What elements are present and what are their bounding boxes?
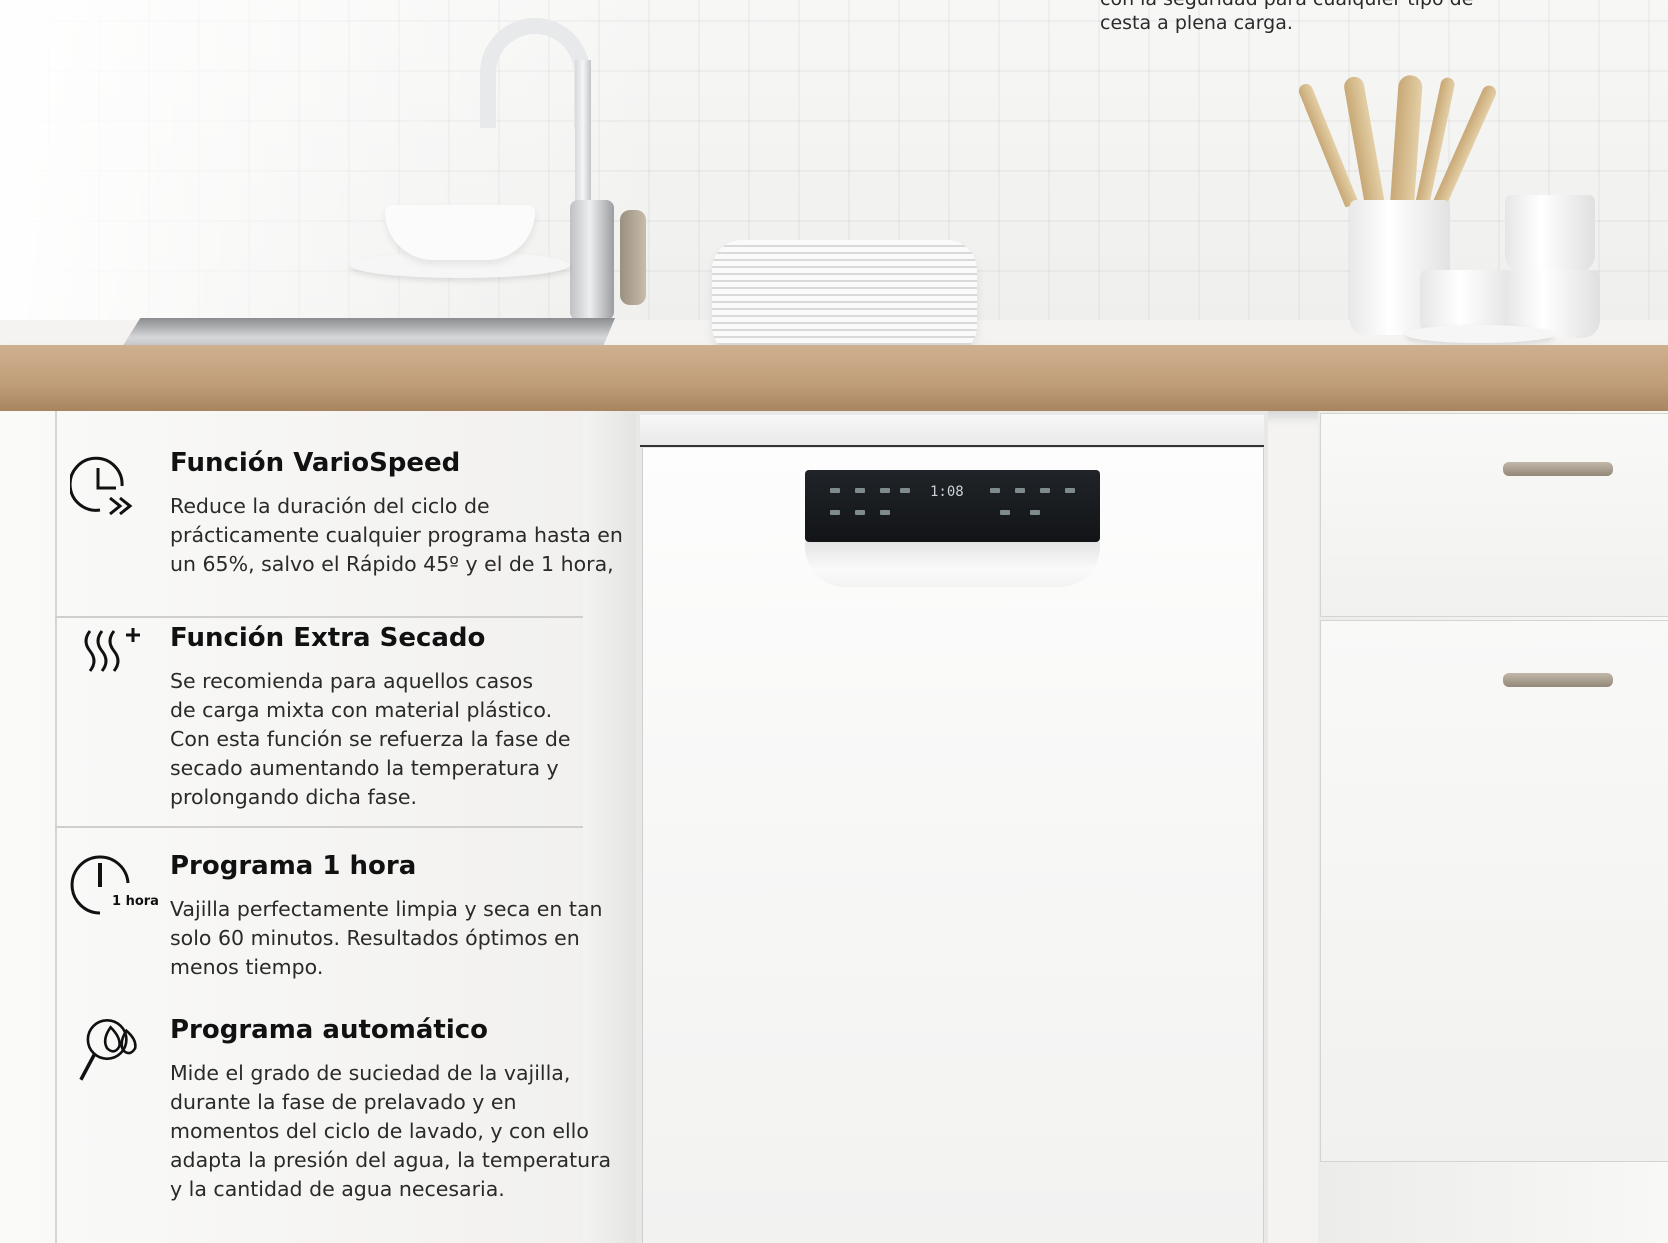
countertop: [0, 345, 1668, 411]
one-hour-icon-label: 1 hora: [112, 894, 159, 909]
feature-text-line: Se recomienda para aquellos casos: [170, 669, 534, 693]
panel-button: [855, 488, 865, 493]
feature-text-line: un 65%, salvo el Rápido 45º y el de 1 ho…: [170, 552, 614, 576]
faucet-spout: [480, 18, 590, 128]
panel-button: [1000, 510, 1010, 515]
feature-text-line: y la cantidad de agua necesaria.: [170, 1177, 505, 1201]
feature-text-line: durante la fase de prelavado y en: [170, 1090, 517, 1114]
feature-text-line: solo 60 minutos. Resultados óptimos en: [170, 926, 580, 950]
cup: [1505, 195, 1595, 273]
drawer-handle[interactable]: [1503, 462, 1613, 476]
feature-text-line: adapta la presión del agua, la temperatu…: [170, 1148, 612, 1172]
drawer-handle[interactable]: [1503, 673, 1613, 687]
top-note-line-2: cesta a plena carga.: [1100, 12, 1293, 34]
feature-description: Se recomienda para aquellos casos de car…: [170, 667, 620, 812]
panel-button: [830, 510, 840, 515]
one-hour-timer-icon: 1 hora: [70, 855, 159, 915]
feature-programa-automatico: Programa automático Mide el grado de suc…: [70, 1015, 630, 1215]
faucet-lever: [620, 210, 646, 305]
panel-button: [880, 488, 890, 493]
dishwasher-handle[interactable]: [805, 542, 1100, 587]
panel-button: [855, 510, 865, 515]
feature-description: Reduce la duración del ciclo de práctica…: [170, 492, 623, 579]
feature-text-line: menos tiempo.: [170, 955, 324, 979]
panel-button: [990, 488, 1000, 493]
feature-text-line: Con esta función se refuerza la fase de: [170, 727, 571, 751]
panel-button: [1065, 488, 1075, 493]
auto-program-sensor-icon: [79, 1018, 137, 1081]
feature-text-line: de carga mixta con material plástico.: [170, 698, 553, 722]
saucer: [1405, 325, 1555, 343]
feature-title: Programa 1 hora: [170, 851, 417, 881]
feature-text-line: secado aumentando la temperatura y: [170, 756, 559, 780]
top-drawer[interactable]: [1320, 413, 1668, 617]
feature-text-line: momentos del ciclo de lavado, y con ello: [170, 1119, 589, 1143]
feature-description: Mide el grado de suciedad de la vajilla,…: [170, 1059, 620, 1204]
cabinet-divider: [55, 616, 583, 618]
panel-button: [900, 488, 910, 493]
panel-button: [1030, 510, 1040, 515]
feature-description: Vajilla perfectamente limpia y seca en t…: [170, 895, 620, 982]
panel-button: [830, 488, 840, 493]
feature-text-line: Reduce la duración del ciclo de: [170, 494, 490, 518]
variospeed-clock-icon: [70, 456, 133, 516]
feature-variospeed: Función VarioSpeed Reduce la duración de…: [70, 448, 630, 588]
feature-text-line: prácticamente cualquier programa hasta e…: [170, 523, 623, 547]
feature-title: Función Extra Secado: [170, 623, 486, 653]
dishwasher-display: 1:08: [930, 484, 964, 500]
plate-stack: [712, 240, 977, 356]
dishwasher-control-panel: [805, 470, 1100, 542]
extra-dry-heat-icon: [84, 628, 140, 672]
feature-title: Función VarioSpeed: [170, 448, 461, 478]
lower-drawer[interactable]: [1320, 620, 1668, 1162]
feature-text-line: prolongando dicha fase.: [170, 785, 418, 809]
panel-button: [1040, 488, 1050, 493]
dishwasher-top: [640, 415, 1264, 447]
cabinet-divider: [55, 826, 583, 828]
panel-button: [1015, 488, 1025, 493]
feature-title: Programa automático: [170, 1015, 489, 1045]
feature-text-line: Mide el grado de suciedad de la vajilla,: [170, 1061, 571, 1085]
bowl: [385, 205, 535, 260]
feature-extra-secado: Función Extra Secado Se recomienda para …: [70, 623, 630, 823]
faucet-body: [570, 200, 614, 320]
panel-button: [880, 510, 890, 515]
feature-programa-1-hora: 1 hora Programa 1 hora Vajilla perfectam…: [70, 851, 630, 991]
feature-text-line: Vajilla perfectamente limpia y seca en t…: [170, 897, 603, 921]
